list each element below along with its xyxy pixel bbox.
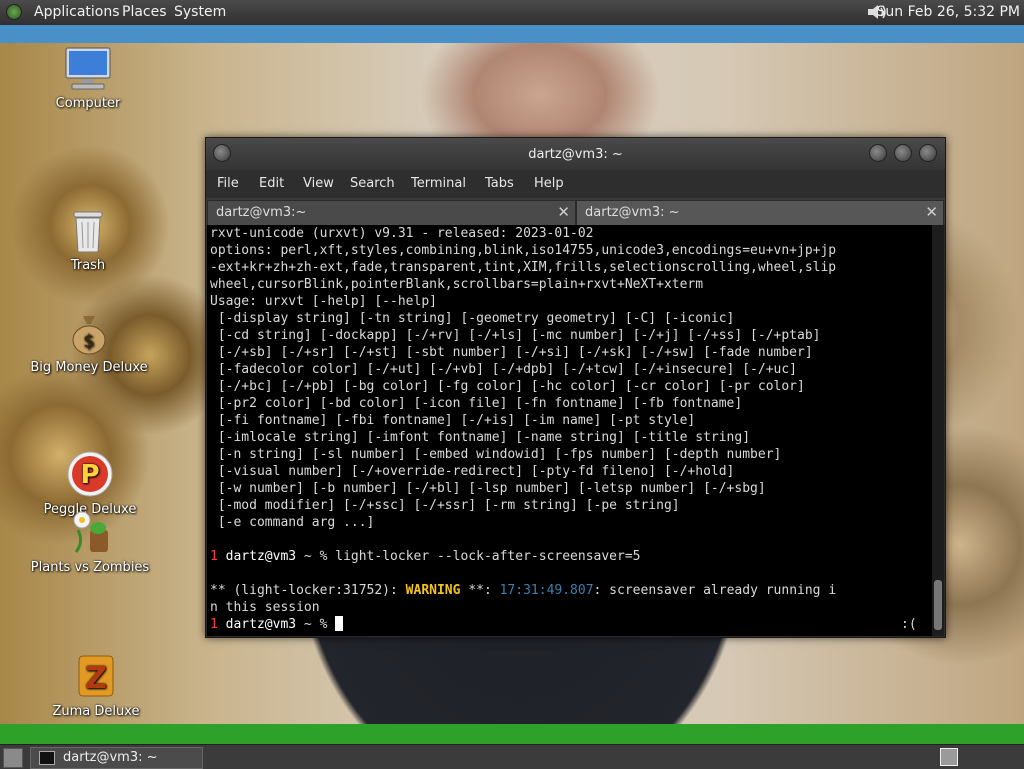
terminal-icon [39,751,55,765]
tab-close-icon[interactable]: ✕ [925,203,938,221]
peggle-icon: P [67,451,113,497]
desktop-icon-computer[interactable]: Computer [40,46,136,111]
menu-places[interactable]: Places [122,4,167,20]
warning-message: : screensaver already running i [593,583,837,598]
terminal-output[interactable]: rxvt-unicode (urxvt) v9.31 - released: 2… [207,225,932,636]
taskbar-window-label: dartz@vm3: ~ [63,750,158,765]
warning-timestamp: 17:31:49.807 [499,583,594,598]
terminal-line: [-visual number] [-/+override-redirect] … [210,464,735,479]
terminal-line: [-cd string] [-dockapp] [-/+rv] [-/+ls] … [210,328,821,343]
tab-label: dartz@vm3:~ [216,205,307,220]
workspace-switcher-icon[interactable] [940,748,958,766]
tab-close-icon[interactable]: ✕ [557,203,570,221]
tab-1[interactable]: dartz@vm3:~ ✕ [207,200,576,226]
desktop-icon-peggle[interactable]: P Peggle Deluxe [40,450,140,517]
tab-label: dartz@vm3: ~ [585,205,680,220]
terminal-menubar: File Edit View Search Terminal Tabs Help [206,170,945,198]
warning-line: ** (light-locker:31752): WARNING **: 17:… [210,582,836,599]
clock[interactable]: Sun Feb 26, 5:32 PM [877,4,1020,20]
menu-system[interactable]: System [174,4,226,20]
window-title: dartz@vm3: ~ [528,147,623,162]
menu-search[interactable]: Search [350,176,395,191]
prompt-user-host: dartz@vm3 [225,549,297,564]
terminal-line: options: perl,xft,styles,combining,blink… [210,243,837,258]
close-button[interactable] [919,144,937,162]
svg-text:$: $ [83,331,94,352]
desktop-icon-label: Zuma Deluxe [52,704,140,719]
warning-line-wrap: n this session [210,600,320,615]
prompt-history-number: 1 [210,617,218,632]
desktop-icon-label: Computer [55,96,121,111]
menu-terminal[interactable]: Terminal [411,176,466,191]
prompt-separator: ~ % [296,549,336,564]
bottom-panel: dartz@vm3: ~ [0,744,1024,769]
trash-icon [73,211,103,253]
minimize-button[interactable] [869,144,887,162]
terminal-line: [-fadecolor color] [-/+ut] [-/+vb] [-/+d… [210,362,797,377]
window-titlebar[interactable]: dartz@vm3: ~ [206,138,945,170]
desktop-icon-trash[interactable]: Trash [40,208,136,273]
warning-level: WARNING [405,583,461,598]
distro-logo-icon[interactable] [6,4,22,20]
panel-accent-strip [0,25,1024,43]
terminal-scrollbar[interactable] [932,225,944,636]
scrollbar-thumb[interactable] [934,580,942,630]
terminal-line: [-w number] [-b number] [-/+bl] [-lsp nu… [210,481,766,496]
menu-tabs[interactable]: Tabs [485,176,514,191]
terminal-line: [-e command arg ...] [210,515,375,530]
status-indicator: :( [901,617,917,632]
desktop-icon-plants-vs-zombies[interactable]: Plants vs Zombies [28,508,152,575]
computer-icon [65,47,111,90]
menu-help[interactable]: Help [534,176,564,191]
desktop-icon-big-money[interactable]: $ Big Money Deluxe [30,312,148,375]
terminal-line: rxvt-unicode (urxvt) v9.31 - released: 2… [210,226,594,241]
terminal-tabbar: dartz@vm3:~ ✕ dartz@vm3: ~ ✕ [206,198,945,226]
menu-view[interactable]: View [303,176,334,191]
terminal-line: [-display string] [-tn string] [-geometr… [210,311,735,326]
prompt-separator: ~ % [296,617,336,632]
text-cursor [335,616,344,631]
desktop-icon-label: Trash [70,258,106,273]
taskbar-window-button[interactable]: dartz@vm3: ~ [30,747,203,769]
prompt-user-host: dartz@vm3 [225,617,297,632]
warning-prefix: ** (light-locker:31752): [210,583,406,598]
terminal-line: [-imlocale string] [-imfont fontname] [-… [210,430,751,445]
show-desktop-icon[interactable] [3,748,23,768]
terminal-line: [-/+bc] [-/+pb] [-bg color] [-fg color] … [210,379,805,394]
desktop-icon-label: Plants vs Zombies [30,560,150,575]
panel-accent-strip-bottom [0,724,1024,744]
prompt-line-current: 1 dartz@vm3 ~ % [210,616,344,633]
terminal-line: [-n string] [-sl number] [-embed windowi… [210,447,782,462]
terminal-line: wheel,cursorBlink,pointerBlank,scrollbar… [210,277,704,292]
maximize-button[interactable] [894,144,912,162]
zuma-icon: Z [78,655,114,697]
top-panel: Applications Places System Sun Feb 26, 5… [0,0,1024,26]
terminal-line: [-fi fontname] [-fbi fontname] [-/+is] [… [210,413,696,428]
flower-icon [73,511,108,553]
tab-2[interactable]: dartz@vm3: ~ ✕ [576,200,944,226]
menu-file[interactable]: File [217,176,239,191]
terminal-line: Usage: urxvt [-help] [--help] [210,294,437,309]
svg-text:P: P [80,460,99,490]
terminal-line: [-mod modifier] [-/+ssc] [-/+ssr] [-rm s… [210,498,680,513]
desktop-icon-label: Big Money Deluxe [30,360,148,375]
terminal-line: -ext+kr+zh+zh-ext,fade,transparent,tint,… [210,260,837,275]
prompt-command: light-locker --lock-after-screensaver=5 [335,549,641,564]
money-bag-icon: $ [72,316,106,355]
desktop-icon-zuma[interactable]: Z Zuma Deluxe [46,652,146,719]
menu-edit[interactable]: Edit [259,176,284,191]
prompt-line: 1 dartz@vm3 ~ % light-locker --lock-afte… [210,548,641,565]
warning-sep: **: [460,583,500,598]
svg-text:Z: Z [85,661,107,696]
prompt-history-number: 1 [210,549,218,564]
terminal-line: [-/+sb] [-/+sr] [-/+st] [-sbt number] [-… [210,345,813,360]
menu-applications[interactable]: Applications [34,4,120,20]
terminal-window[interactable]: dartz@vm3: ~ File Edit View Search Termi… [205,137,946,638]
terminal-line: [-pr2 color] [-bd color] [-icon file] [-… [210,396,743,411]
